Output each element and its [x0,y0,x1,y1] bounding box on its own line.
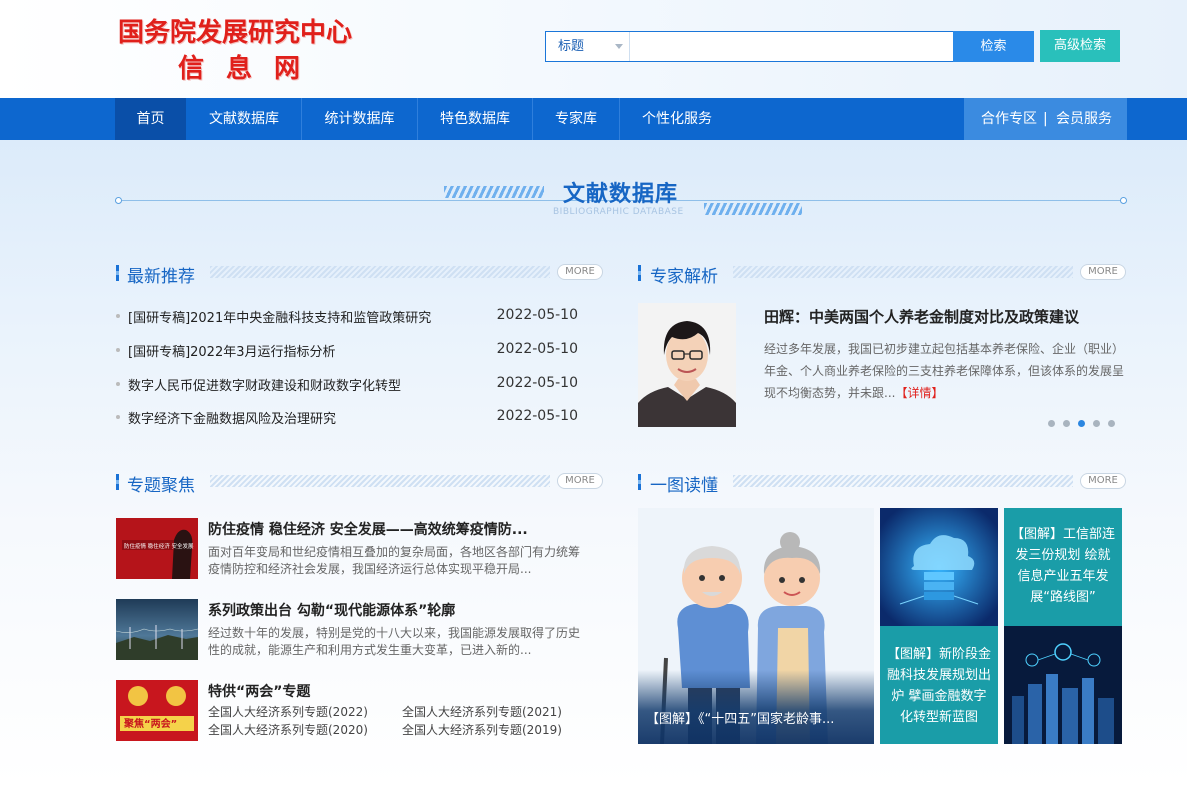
topic-title[interactable]: 防住疫情 稳住经济 安全发展——高效统筹疫情防... [208,519,528,539]
chevron-down-icon [615,44,623,49]
expert-headline[interactable]: 田辉：中美两国个人养老金制度对比及政策建议 [764,306,1079,327]
tile-text[interactable]: 【图解】新阶段金融科技发展规划出炉 擘画金融数字化转型新蓝图 [886,644,992,728]
nav-item-home[interactable]: 首页 [115,98,186,140]
expert-detail-link[interactable]: 【详情】 [895,386,943,400]
nav-item-membership[interactable]: 会员服务 [1056,98,1112,140]
nav-item-experts[interactable]: 专家库 [533,98,619,140]
carousel-dot[interactable] [1048,420,1055,427]
nav-item-personal[interactable]: 个性化服务 [620,98,734,140]
topic-link[interactable]: 全国人大经济系列专题(2022) [208,703,368,720]
section-title: 文献数据库 [563,182,679,207]
nav-item-cooperation[interactable]: 合作专区 [981,98,1037,140]
advanced-search-button[interactable]: 高级检索 [1040,30,1120,62]
bullet-icon [116,382,120,386]
infographics-more-button[interactable]: MORE [1080,473,1126,489]
main-nav: 首页 文献数据库 统计数据库 特色数据库 专家库 个性化服务 合作专区 | 会员… [0,98,1187,140]
expert-description: 经过多年发展，我国已初步建立起包括基本养老保险、企业（职业）年金、个人商业养老保… [764,338,1126,404]
news-title[interactable]: 数字经济下金融数据风险及治理研究 [128,408,336,427]
topic-link[interactable]: 全国人大经济系列专题(2021) [402,703,562,720]
section-stripes-left [444,186,544,198]
panel-header-pattern [733,475,1073,487]
infographic-main-caption[interactable]: 【图解】《“十四五”国家老龄事... [646,708,870,727]
site-logo[interactable]: 国务院发展研究中心 信息网 [116,12,372,84]
nav-item-literature[interactable]: 文献数据库 [187,98,301,140]
search-input[interactable] [631,32,953,61]
topic-image[interactable] [116,599,198,660]
panel-header-pattern [210,266,550,278]
news-item[interactable]: 数字人民币促进数字财政建设和财政数字化转型 2022-05-10 [116,375,578,395]
search-box: 标题 检索 [545,31,1034,62]
panel-header-pattern [210,475,550,487]
topic-image[interactable]: 防住疫情 稳住经济 安全发展 [116,518,198,579]
logo-line1: 国务院发展研究中心 [118,18,353,48]
search-button[interactable]: 检索 [953,31,1034,62]
panel-marker [638,474,641,490]
carousel-dot[interactable] [1093,420,1100,427]
bullet-icon [116,348,120,352]
nav-item-statistics[interactable]: 统计数据库 [302,98,417,140]
infographics-title: 一图读懂 [650,476,718,496]
panel-marker [116,265,119,281]
carousel-dot-active[interactable] [1078,420,1085,427]
topic-image-art: 聚焦“两会” [116,680,198,741]
news-title[interactable]: [国研专稿]2021年中央金融科技支持和监管政策研究 [128,307,431,326]
bullet-icon [116,314,120,318]
topic-desc: 面对百年变局和世纪疫情相互叠加的复杂局面，各地区各部门有力统筹疫情防控和经济社会… [208,545,581,576]
topic-image-text: 防住疫情 稳住经济 安全发展 [124,542,194,550]
nav-right-divider: | [1043,111,1048,127]
topic-image-text: 聚焦“两会” [123,717,177,730]
news-date: 2022-05-10 [496,408,578,424]
expert-photo[interactable] [638,303,736,427]
latest-more-button[interactable]: MORE [557,264,603,280]
panel-marker [638,265,641,281]
topic-link[interactable]: 全国人大经济系列专题(2019) [402,721,562,738]
news-title[interactable]: 数字人民币促进数字财政建设和财政数字化转型 [128,375,401,394]
topics-more-button[interactable]: MORE [557,473,603,489]
expert-portrait-image [638,303,736,427]
bullet-icon [116,415,120,419]
topic-image-art [116,599,198,660]
news-title[interactable]: [国研专稿]2022年3月运行指标分析 [128,341,336,360]
news-item[interactable]: 数字经济下金融数据风险及治理研究 2022-05-10 [116,408,578,428]
news-item[interactable]: [国研专稿]2021年中央金融科技支持和监管政策研究 2022-05-10 [116,307,578,327]
topic-link[interactable]: 全国人大经济系列专题(2020) [208,721,368,738]
topics-title: 专题聚焦 [127,476,195,496]
news-date: 2022-05-10 [496,375,578,391]
smart-city-icon [1004,626,1122,744]
topic-desc: 经过数十年的发展，特别是党的十八大以来，我国能源发展取得了历史性的成就，能源生产… [208,626,581,657]
topic-image[interactable]: 聚焦“两会” [116,680,198,741]
news-date: 2022-05-10 [496,307,578,323]
infographic-main[interactable]: 【图解】《“十四五”国家老龄事... [638,508,874,744]
nav-right-group: 合作专区 | 会员服务 [964,98,1127,140]
section-line-dot [115,197,122,204]
infographic-tile-industry[interactable]: 【图解】工信部连发三份规划 绘就信息产业五年发展“路线图” [1004,508,1122,626]
infographic-tile-fintech[interactable]: 【图解】新阶段金融科技发展规划出炉 擘画金融数字化转型新蓝图 [880,626,998,744]
news-date: 2022-05-10 [496,341,578,357]
caption-overlay [638,670,874,744]
logo-line2: 信息网 [178,54,323,84]
expert-more-button[interactable]: MORE [1080,264,1126,280]
news-item[interactable]: [国研专稿]2022年3月运行指标分析 2022-05-10 [116,341,578,361]
site-header: 国务院发展研究中心 信息网 标题 检索 高级检索 [0,0,1187,98]
expert-panel-title: 专家解析 [650,267,718,287]
infographic-tile-city[interactable] [1004,626,1122,744]
section-line-dot [1120,197,1127,204]
nav-item-featured[interactable]: 特色数据库 [418,98,532,140]
panel-marker [116,474,119,490]
panel-header-pattern [733,266,1073,278]
infographic-tile-cloud[interactable] [880,508,998,626]
carousel-dot[interactable] [1108,420,1115,427]
topic-title[interactable]: 特供“两会”专题 [208,681,310,701]
tile-text[interactable]: 【图解】工信部连发三份规划 绘就信息产业五年发展“路线图” [1010,524,1116,608]
topic-image-art: 防住疫情 稳住经济 安全发展 [116,518,198,579]
topic-title[interactable]: 系列政策出台 勾勒“现代能源体系”轮廓 [208,600,455,620]
expert-desc-text: 经过多年发展，我国已初步建立起包括基本养老保险、企业（职业）年金、个人商业养老保… [764,342,1125,400]
carousel-dot[interactable] [1063,420,1070,427]
search-field-label: 标题 [558,39,585,54]
section-stripes-right [704,203,802,215]
search-field-select[interactable]: 标题 [546,32,630,61]
cloud-server-icon [880,508,998,626]
section-subtitle: BIBLIOGRAPHIC DATABASE [553,207,684,217]
latest-title: 最新推荐 [127,267,195,287]
